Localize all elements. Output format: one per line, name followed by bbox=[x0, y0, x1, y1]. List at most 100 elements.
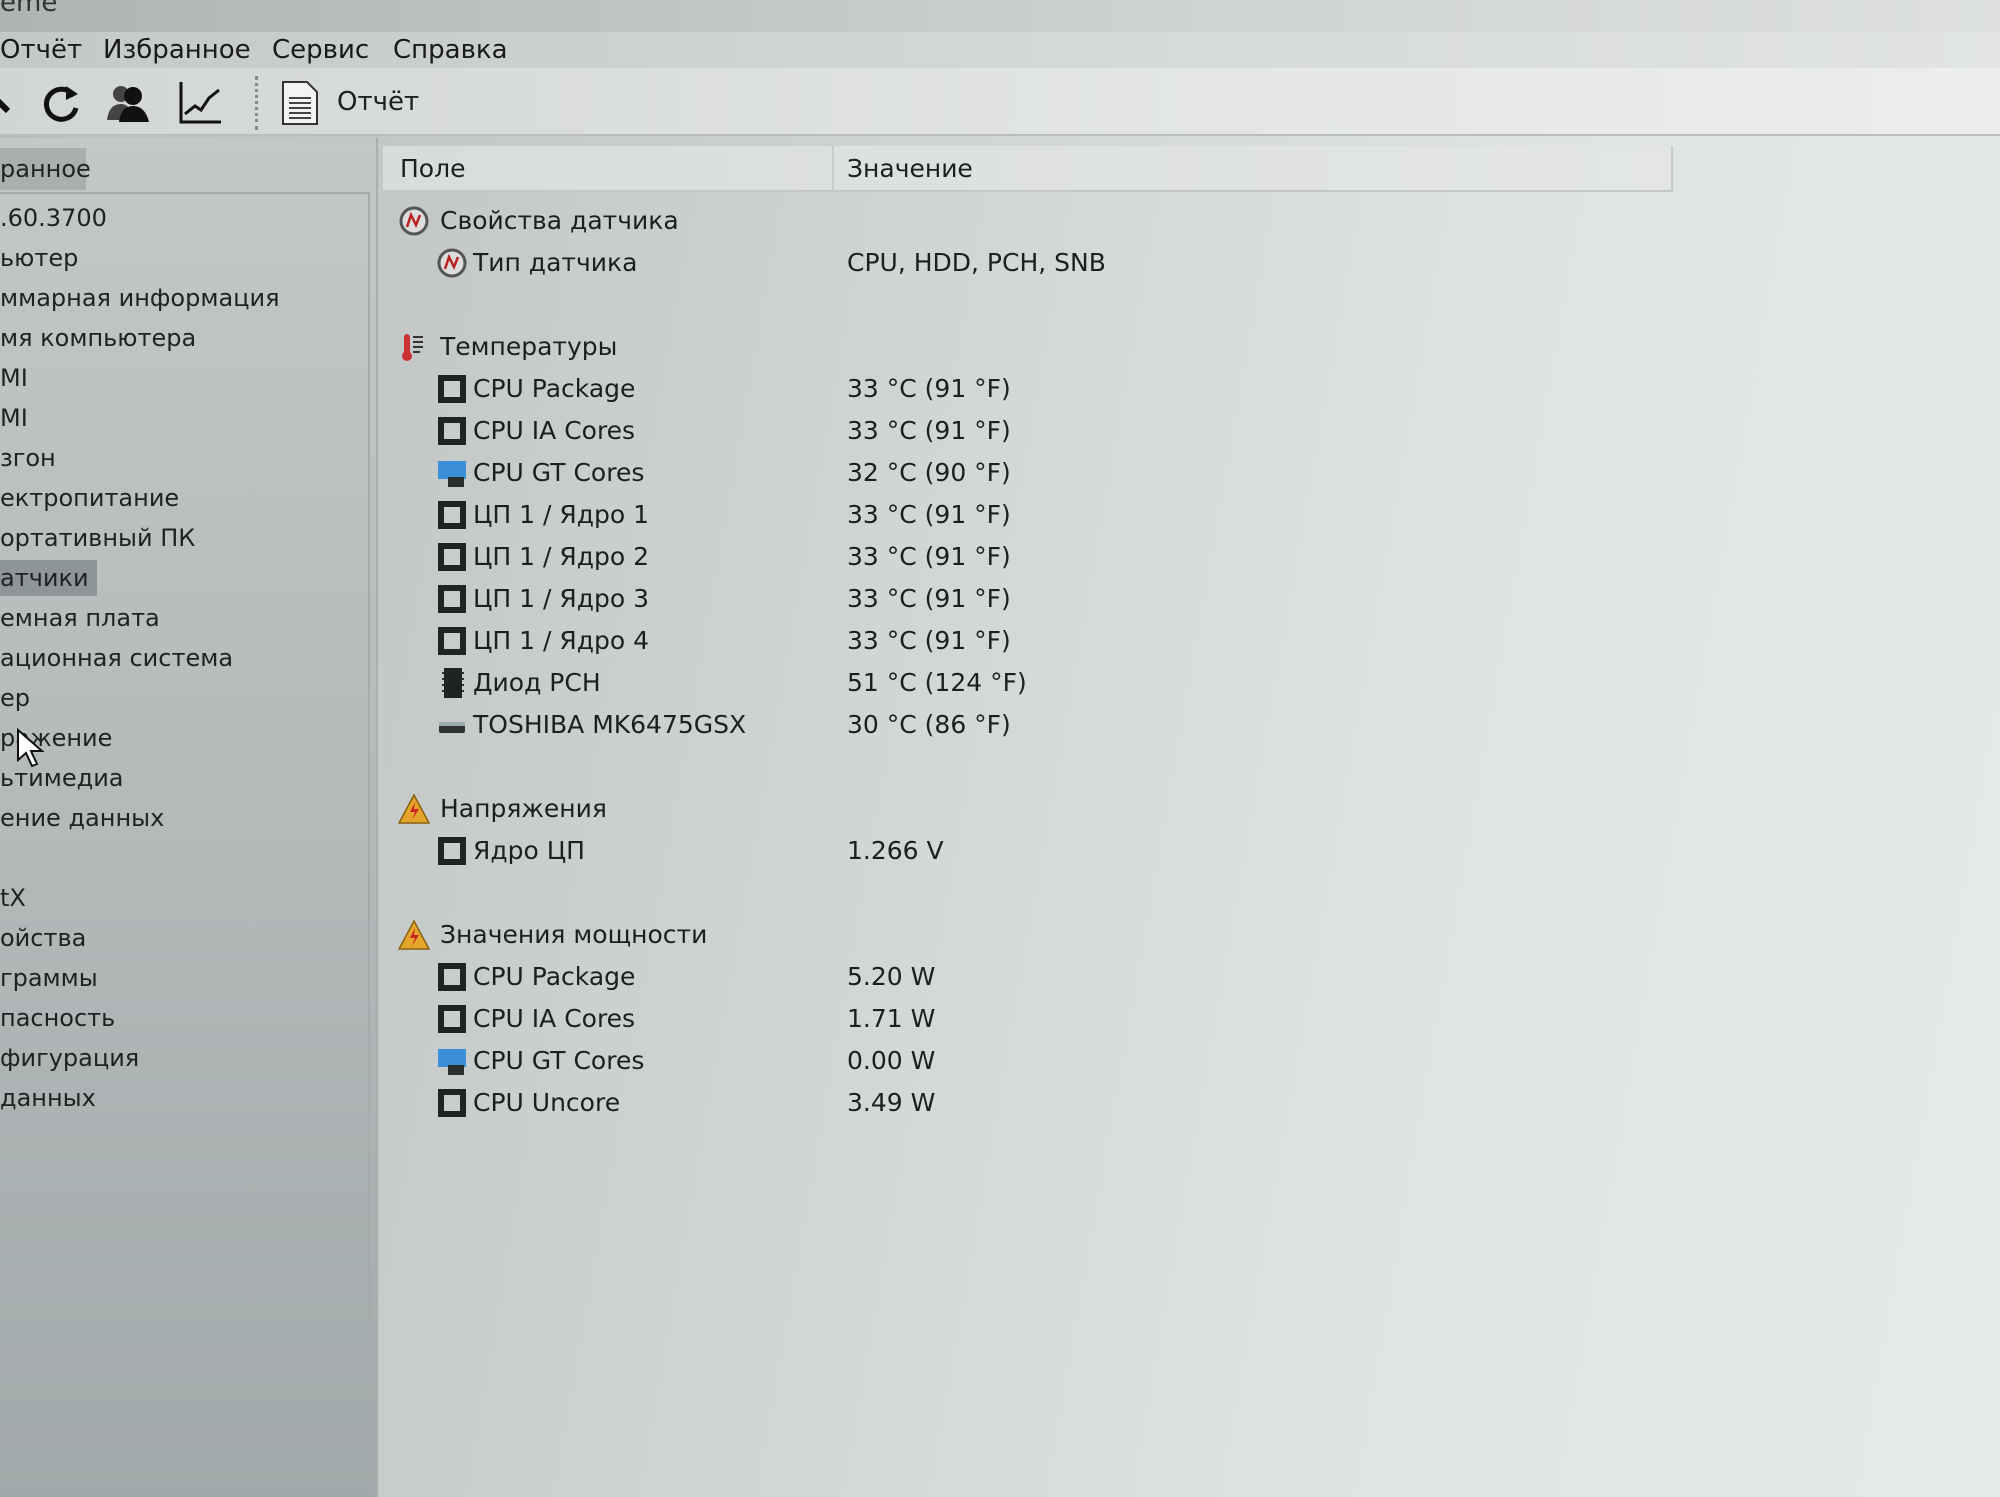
table-row[interactable]: TOSHIBA MK6475GSX 30 °C (86 °F) bbox=[383, 704, 1671, 746]
field-value: 33 °C (91 °F) bbox=[847, 584, 1011, 613]
nav-item[interactable]: ойства bbox=[0, 920, 86, 956]
voltage-warning-icon bbox=[398, 793, 430, 824]
table-row[interactable]: ЦП 1 / Ядро 4 33 °C (91 °F) bbox=[383, 620, 1671, 662]
toolbar: Отчёт bbox=[0, 68, 2000, 136]
nav-item[interactable]: емная плата bbox=[0, 600, 160, 636]
nav-item[interactable]: ммарная информация bbox=[0, 280, 280, 316]
field-label: CPU IA Cores bbox=[473, 1004, 636, 1033]
nav-item[interactable]: tX bbox=[0, 880, 26, 916]
field-label: Тип датчика bbox=[473, 248, 638, 277]
column-divider[interactable] bbox=[832, 146, 834, 192]
chip-icon bbox=[438, 1005, 466, 1033]
field-label: ЦП 1 / Ядро 2 bbox=[473, 542, 650, 571]
report-button[interactable] bbox=[275, 78, 325, 128]
field-value: 5.20 W bbox=[847, 962, 936, 991]
nav-item[interactable]: граммы bbox=[0, 960, 98, 996]
nav-item[interactable]: MI bbox=[0, 360, 28, 396]
voltage-warning-icon bbox=[398, 919, 430, 950]
nav-item[interactable]: ационная система bbox=[0, 640, 233, 676]
back-button[interactable] bbox=[0, 78, 20, 128]
monitor-icon bbox=[438, 1049, 466, 1075]
table-header: Поле Значение bbox=[383, 146, 1673, 192]
window-title: eme bbox=[0, 0, 58, 18]
field-label: Температуры bbox=[440, 332, 618, 361]
field-label: Ядро ЦП bbox=[473, 836, 585, 865]
nav-item[interactable]: пасность bbox=[0, 1000, 115, 1036]
users-button[interactable] bbox=[103, 78, 153, 128]
chip-icon bbox=[438, 417, 466, 445]
table-row[interactable]: ЦП 1 / Ядро 2 33 °C (91 °F) bbox=[383, 536, 1671, 578]
nav-item[interactable]: .60.3700 bbox=[0, 200, 107, 236]
menu-service[interactable]: Сервис bbox=[272, 32, 369, 68]
nav-item[interactable]: ортативный ПК bbox=[0, 520, 195, 556]
group-row[interactable]: Напряжения bbox=[383, 788, 1671, 830]
table-row[interactable]: ЦП 1 / Ядро 1 33 °C (91 °F) bbox=[383, 494, 1671, 536]
monitor-icon bbox=[438, 461, 466, 487]
menu-favorites[interactable]: Избранное bbox=[103, 32, 251, 68]
field-label: TOSHIBA MK6475GSX bbox=[473, 710, 747, 739]
field-label: CPU GT Cores bbox=[473, 458, 645, 487]
table-row[interactable]: Тип датчика CPU, HDD, PCH, SNB bbox=[383, 242, 1671, 284]
group-row[interactable]: Свойства датчика bbox=[383, 200, 1671, 242]
chip-icon bbox=[438, 375, 466, 403]
nav-item[interactable]: атчики bbox=[0, 560, 97, 596]
column-header-value[interactable]: Значение bbox=[847, 146, 973, 192]
nav-item[interactable]: ьютер bbox=[0, 240, 78, 276]
nav-item[interactable]: MI bbox=[0, 400, 28, 436]
table-row[interactable]: CPU Package 5.20 W bbox=[383, 956, 1671, 998]
column-divider[interactable] bbox=[1671, 146, 1673, 192]
sensor-icon bbox=[399, 206, 429, 236]
field-value: 33 °C (91 °F) bbox=[847, 500, 1011, 529]
chip-icon bbox=[438, 501, 466, 529]
sensor-table: Поле Значение Свойства датчика Тип датчик… bbox=[383, 138, 2000, 1497]
report-button-label[interactable]: Отчёт bbox=[337, 82, 419, 122]
table-row[interactable]: Диод PCH 51 °C (124 °F) bbox=[383, 662, 1671, 704]
table-row[interactable]: CPU IA Cores 33 °C (91 °F) bbox=[383, 410, 1671, 452]
nav-item[interactable]: мя компьютера bbox=[0, 320, 196, 356]
nav-item[interactable]: данных bbox=[0, 1080, 96, 1116]
table-row[interactable]: Ядро ЦП 1.266 V bbox=[383, 830, 1671, 872]
document-icon bbox=[282, 81, 318, 125]
refresh-button[interactable] bbox=[36, 78, 86, 128]
tab-favorites[interactable]: ранное bbox=[0, 148, 91, 190]
table-row[interactable]: CPU GT Cores 32 °C (90 °F) bbox=[383, 452, 1671, 494]
menu-bar: Отчёт Избранное Сервис Справка bbox=[0, 32, 2000, 68]
sensor-icon bbox=[437, 248, 467, 278]
field-value: 51 °C (124 °F) bbox=[847, 668, 1027, 697]
field-label: CPU Uncore bbox=[473, 1088, 621, 1117]
field-value: 33 °C (91 °F) bbox=[847, 626, 1011, 655]
chip-icon bbox=[438, 543, 466, 571]
table-row[interactable]: CPU IA Cores 1.71 W bbox=[383, 998, 1671, 1040]
menu-report[interactable]: Отчёт bbox=[0, 32, 82, 68]
field-label: CPU IA Cores bbox=[473, 416, 636, 445]
table-row[interactable]: CPU GT Cores 0.00 W bbox=[383, 1040, 1671, 1082]
menu-help[interactable]: Справка bbox=[393, 32, 508, 68]
chip-icon bbox=[438, 585, 466, 613]
table-row[interactable]: ЦП 1 / Ядро 3 33 °C (91 °F) bbox=[383, 578, 1671, 620]
nav-item[interactable]: ер bbox=[0, 680, 30, 716]
hdd-icon bbox=[439, 722, 465, 733]
chart-button[interactable] bbox=[175, 78, 225, 128]
field-label: Напряжения bbox=[440, 794, 607, 823]
field-value: 30 °C (86 °F) bbox=[847, 710, 1011, 739]
nav-item[interactable]: згон bbox=[0, 440, 56, 476]
table-row[interactable]: CPU Package 33 °C (91 °F) bbox=[383, 368, 1671, 410]
refresh-icon bbox=[43, 86, 79, 122]
field-label: Свойства датчика bbox=[440, 206, 679, 235]
nav-item[interactable]: фигурация bbox=[0, 1040, 139, 1076]
field-value: 33 °C (91 °F) bbox=[847, 374, 1011, 403]
field-label: ЦП 1 / Ядро 3 bbox=[473, 584, 650, 613]
table-row[interactable]: CPU Uncore 3.49 W bbox=[383, 1082, 1671, 1124]
navigation-tree[interactable]: .60.3700 ьютер ммарная информация мя компью… bbox=[0, 192, 370, 1492]
field-value: 1.71 W bbox=[847, 1004, 936, 1033]
group-row[interactable]: Температуры bbox=[383, 326, 1671, 368]
back-icon bbox=[0, 98, 11, 114]
field-value: 32 °C (90 °F) bbox=[847, 458, 1011, 487]
chart-icon bbox=[179, 82, 221, 124]
nav-item[interactable]: ение данных bbox=[0, 800, 164, 836]
chip-icon bbox=[438, 627, 466, 655]
nav-item[interactable]: ектропитание bbox=[0, 480, 179, 516]
thermometer-icon bbox=[402, 334, 423, 361]
column-header-field[interactable]: Поле bbox=[400, 146, 465, 192]
group-row[interactable]: Значения мощности bbox=[383, 914, 1671, 956]
